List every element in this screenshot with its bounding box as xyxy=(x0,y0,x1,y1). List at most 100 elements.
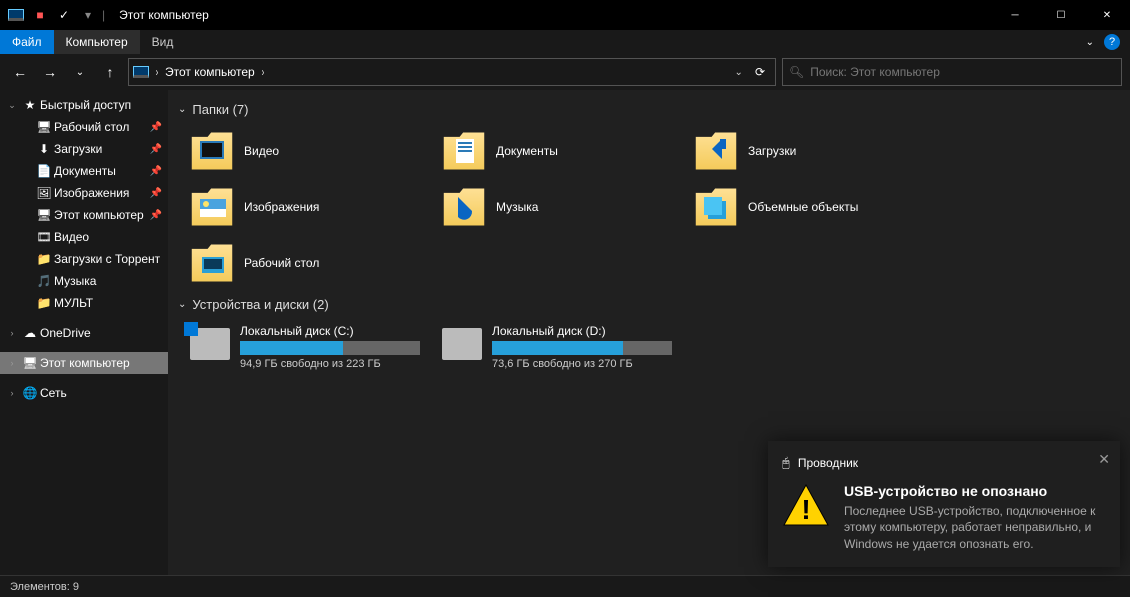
search-input[interactable]: 🔍︎ Поиск: Этот компьютер xyxy=(782,58,1122,86)
folder-icon xyxy=(190,129,234,173)
refresh-icon[interactable]: ⟳ xyxy=(755,65,765,79)
title-bar: ■ ✓ ▾ | Этот компьютер ─ ☐ ✕ xyxy=(0,0,1130,30)
address-location[interactable]: Этот компьютер xyxy=(165,65,255,79)
nav-item-label: Загрузки с Торрент xyxy=(54,252,160,266)
nav-item-icon: ☁ xyxy=(22,325,38,341)
address-history-icon[interactable]: ⌄ xyxy=(735,67,743,78)
navigation-bar: ← → ⌄ ↑ › Этот компьютер › ⌄ ⟳ 🔍︎ Поиск:… xyxy=(0,54,1130,90)
maximize-button[interactable]: ☐ xyxy=(1038,0,1084,30)
drive-item[interactable]: Локальный диск (D:) 73,6 ГБ свободно из … xyxy=(420,318,672,376)
tab-view[interactable]: Вид xyxy=(140,30,186,54)
tab-file[interactable]: Файл xyxy=(0,30,54,54)
pin-icon: 📌 xyxy=(150,210,162,221)
toast-body-text: Последнее USB-устройство, подключенное к… xyxy=(844,503,1106,553)
nav-item-icon: 🎞 xyxy=(36,229,52,245)
capacity-bar xyxy=(240,341,420,355)
folder-item[interactable]: Музыка xyxy=(420,179,672,235)
nav-item-icon: 🎵 xyxy=(36,273,52,289)
qat-properties-icon[interactable]: ■ xyxy=(30,5,50,25)
nav-item-icon: ⬇ xyxy=(36,141,52,157)
folder-item[interactable]: Объемные объекты xyxy=(672,179,924,235)
chevron-icon[interactable]: ⌄ xyxy=(4,100,20,111)
folder-label: Документы xyxy=(496,144,558,158)
folder-icon xyxy=(190,185,234,229)
nav-this-pc[interactable]: ›🖥Этот компьютер xyxy=(0,352,168,374)
nav-quick-item[interactable]: 🖥Этот компьютер📌 xyxy=(0,204,168,226)
nav-quick-access[interactable]: ⌄★Быстрый доступ xyxy=(0,94,168,116)
nav-quick-item[interactable]: 🎵Музыка xyxy=(0,270,168,292)
back-button[interactable]: ← xyxy=(8,60,32,84)
recent-dropdown-icon[interactable]: ⌄ xyxy=(68,60,92,84)
chevron-icon[interactable]: › xyxy=(4,328,20,338)
nav-quick-item[interactable]: 📁МУЛЬТ xyxy=(0,292,168,314)
status-bar: Элементов: 9 xyxy=(0,575,1130,597)
nav-network[interactable]: ›🌐Сеть xyxy=(0,382,168,404)
group-header-folders[interactable]: ⌄ Папки (7) xyxy=(168,96,1130,123)
forward-button[interactable]: → xyxy=(38,60,62,84)
nav-quick-item[interactable]: 📄Документы📌 xyxy=(0,160,168,182)
nav-item-label: Этот компьютер xyxy=(40,356,130,370)
nav-quick-item[interactable]: 🎞Видео xyxy=(0,226,168,248)
chevron-icon[interactable]: › xyxy=(4,358,20,368)
notification-toast[interactable]: ✕ 🖰 Проводник ! USB-устройство не опозна… xyxy=(768,441,1120,567)
nav-item-icon: 📁 xyxy=(36,295,52,311)
chevron-icon[interactable]: › xyxy=(4,388,20,398)
nav-item-icon: 🌐 xyxy=(22,385,38,401)
address-bar[interactable]: › Этот компьютер › ⌄ ⟳ xyxy=(128,58,776,86)
search-icon: 🔍︎ xyxy=(789,65,804,79)
folder-label: Музыка xyxy=(496,200,538,214)
search-placeholder: Поиск: Этот компьютер xyxy=(810,65,940,79)
toast-app-name: Проводник xyxy=(798,456,858,470)
window-title: Этот компьютер xyxy=(119,8,209,22)
chevron-right-icon[interactable]: › xyxy=(262,65,264,79)
nav-item-icon: 🖥 xyxy=(36,207,52,223)
warning-icon: ! xyxy=(782,483,830,527)
nav-quick-item[interactable]: 📁Загрузки с Торрент xyxy=(0,248,168,270)
close-button[interactable]: ✕ xyxy=(1084,0,1130,30)
nav-item-icon: 🖥 xyxy=(36,119,52,135)
tab-computer[interactable]: Компьютер xyxy=(54,30,140,54)
folder-item[interactable]: Документы xyxy=(420,123,672,179)
drive-item[interactable]: Локальный диск (C:) 94,9 ГБ свободно из … xyxy=(168,318,420,376)
ribbon-tabs: Файл Компьютер Вид ⌄ ? xyxy=(0,30,1130,54)
nav-quick-item[interactable]: 🖼Изображения 📌 xyxy=(0,182,168,204)
ribbon-toggle-icon[interactable]: ⌄ xyxy=(1086,37,1094,48)
toast-close-button[interactable]: ✕ xyxy=(1098,451,1110,468)
nav-item-icon: 🖥 xyxy=(22,355,38,371)
nav-item-label: Документы xyxy=(54,164,116,178)
pin-icon: 📌 xyxy=(150,144,162,155)
navigation-pane: ⌄★Быстрый доступ🖥Рабочий стол📌⬇Загрузки📌… xyxy=(0,90,168,575)
group-header-drives[interactable]: ⌄ Устройства и диски (2) xyxy=(168,291,1130,318)
qat-dropdown-icon[interactable]: ▾ xyxy=(78,5,98,25)
help-icon[interactable]: ? xyxy=(1104,34,1120,50)
nav-item-label: Изображения xyxy=(54,186,129,200)
chevron-right-icon[interactable]: › xyxy=(156,65,158,79)
nav-quick-item[interactable]: 🖥Рабочий стол📌 xyxy=(0,116,168,138)
folder-icon xyxy=(190,241,234,285)
nav-onedrive[interactable]: ›☁OneDrive xyxy=(0,322,168,344)
this-pc-icon[interactable] xyxy=(6,5,26,25)
nav-item-icon: 📄 xyxy=(36,163,52,179)
nav-item-label: Быстрый доступ xyxy=(40,98,131,112)
nav-item-label: OneDrive xyxy=(40,326,91,340)
folder-icon xyxy=(694,185,738,229)
chevron-down-icon: ⌄ xyxy=(178,299,186,310)
folder-label: Рабочий стол xyxy=(244,256,319,270)
pin-icon: 📌 xyxy=(150,188,162,199)
folder-label: Загрузки xyxy=(748,144,796,158)
pin-icon: 📌 xyxy=(150,122,162,133)
status-item-count: Элементов: 9 xyxy=(10,581,79,593)
folder-label: Объемные объекты xyxy=(748,200,858,214)
folder-item[interactable]: Рабочий стол xyxy=(168,235,420,291)
folder-item[interactable]: Изображения xyxy=(168,179,420,235)
nav-quick-item[interactable]: ⬇Загрузки📌 xyxy=(0,138,168,160)
nav-item-icon: 🖼 xyxy=(36,185,52,201)
up-button[interactable]: ↑ xyxy=(98,60,122,84)
nav-item-label: Музыка xyxy=(54,274,96,288)
nav-item-icon: 📁 xyxy=(36,251,52,267)
folder-item[interactable]: Загрузки xyxy=(672,123,924,179)
minimize-button[interactable]: ─ xyxy=(992,0,1038,30)
folder-item[interactable]: Видео xyxy=(168,123,420,179)
nav-item-label: Сеть xyxy=(40,386,67,400)
qat-new-folder-icon[interactable]: ✓ xyxy=(54,5,74,25)
